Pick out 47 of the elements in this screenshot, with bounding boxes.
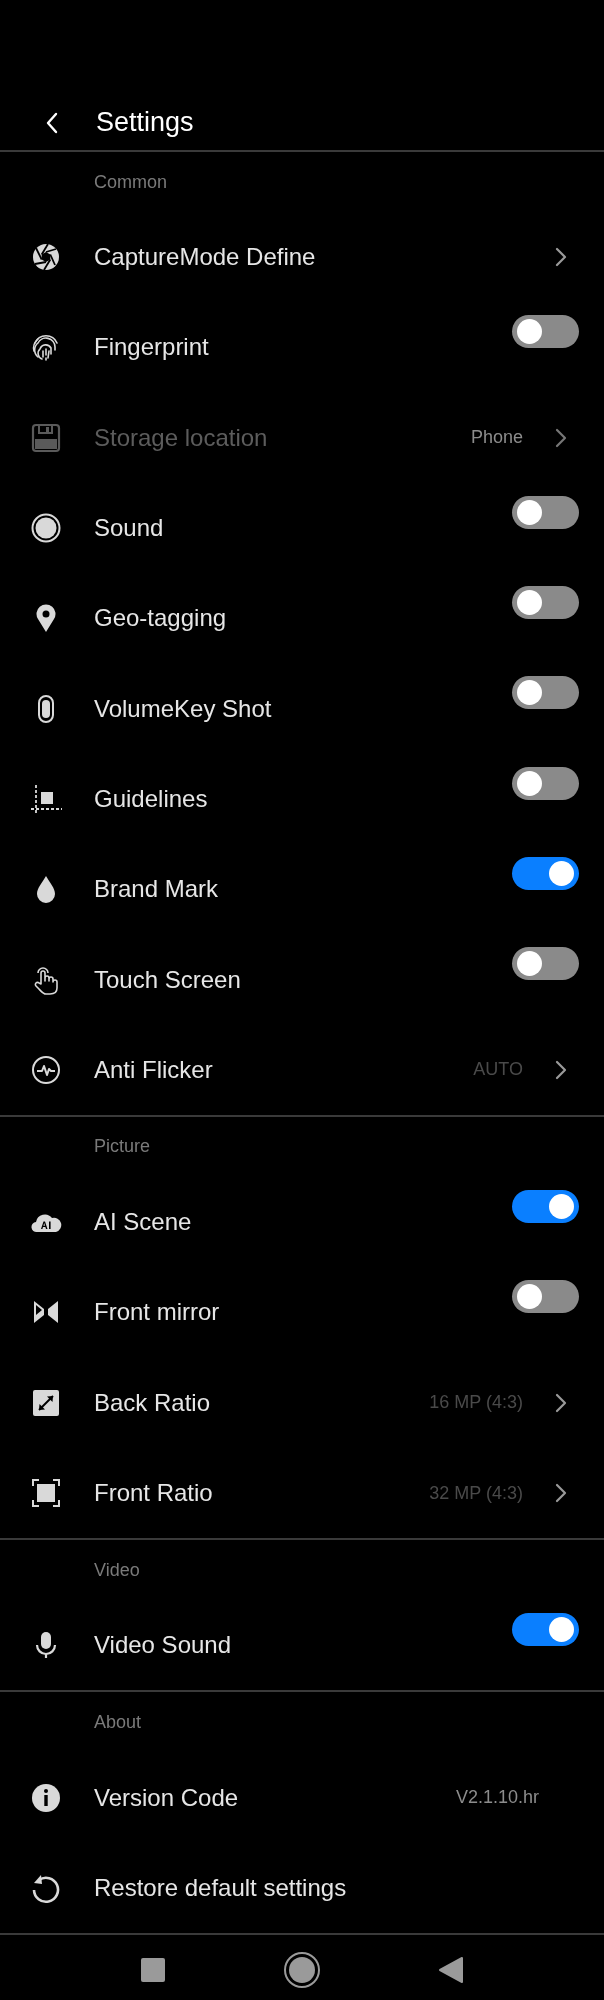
setting-value: 16 MP (4:3) — [429, 1392, 523, 1414]
setting-value: 32 MP (4:3) — [429, 1482, 523, 1504]
chevron-right-icon[interactable] — [555, 1059, 567, 1080]
setting-label: Storage location — [94, 423, 268, 452]
setting-label: Touch Screen — [94, 965, 241, 994]
toggle-switch[interactable] — [512, 1280, 579, 1314]
setting-label: Back Ratio — [94, 1388, 211, 1417]
setting-label: AI Scene — [94, 1208, 192, 1237]
toggle-switch[interactable] — [512, 947, 579, 981]
setting-value: AUTO — [473, 1059, 523, 1081]
setting-label: Fingerprint — [94, 333, 209, 362]
record-icon — [30, 512, 62, 545]
setting-value: V2.1.10.hr — [455, 1787, 539, 1809]
chevron-right-icon[interactable] — [555, 1483, 567, 1503]
setting-label: Brand Mark — [94, 875, 219, 904]
home-button[interactable] — [283, 1951, 321, 1990]
setting-label: Video Sound — [94, 1631, 231, 1660]
info-icon — [30, 1781, 62, 1814]
setting-label: Front Ratio — [94, 1479, 213, 1507]
setting-label: CaptureMode Define — [94, 243, 316, 272]
toggle-switch[interactable] — [512, 1189, 579, 1223]
setting-label: Geo-tagging — [94, 604, 227, 633]
chevron-right-icon[interactable] — [555, 247, 567, 268]
setting-label: Guidelines — [94, 784, 208, 813]
chevron-right-icon[interactable] — [555, 427, 567, 448]
section-header: Picture — [94, 1136, 151, 1158]
section-header: Common — [94, 171, 168, 193]
setting-label: Front mirror — [94, 1298, 220, 1327]
setting-label: Restore default settings — [94, 1873, 347, 1902]
setting-label: Version Code — [94, 1783, 239, 1812]
section-header: Video — [94, 1559, 140, 1581]
chevron-right-icon[interactable] — [555, 1392, 567, 1413]
dashed-guides-icon — [30, 782, 62, 815]
toggle-switch[interactable] — [512, 315, 579, 349]
setting-label: VolumeKey Shot — [94, 694, 272, 723]
setting-value: Phone — [470, 427, 523, 449]
toggle-switch[interactable] — [512, 766, 579, 800]
back-icon[interactable] — [45, 111, 59, 134]
toggle-switch[interactable] — [512, 1613, 579, 1647]
setting-label: Anti Flicker — [94, 1055, 213, 1084]
screen-title: Settings — [96, 107, 194, 138]
toggle-switch[interactable] — [512, 676, 579, 710]
setting-label: Sound — [94, 514, 164, 543]
section-header: About — [94, 1711, 142, 1733]
toggle-switch[interactable] — [512, 586, 579, 620]
toggle-switch[interactable] — [512, 857, 579, 891]
toggle-switch[interactable] — [512, 495, 579, 529]
